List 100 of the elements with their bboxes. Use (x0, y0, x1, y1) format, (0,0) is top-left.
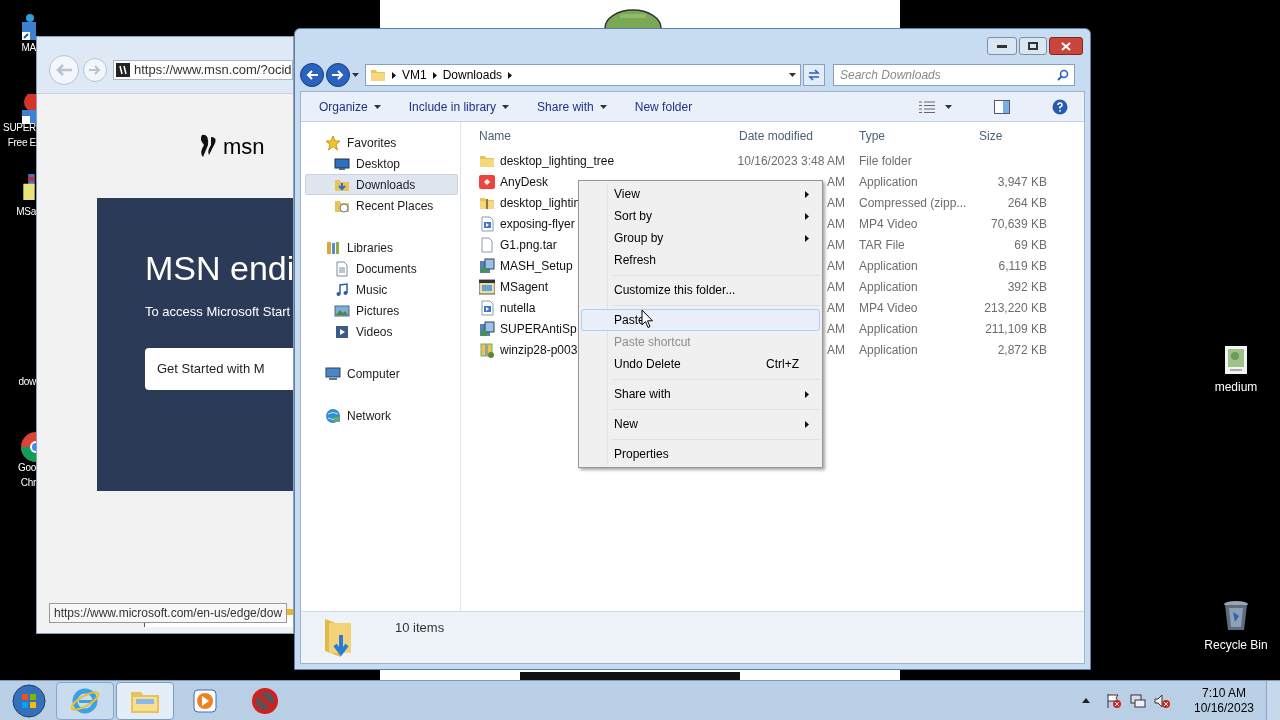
close-button[interactable] (1049, 37, 1083, 55)
file-name[interactable]: desktop_lighting_tree (500, 151, 615, 170)
banner-heading: MSN endi (145, 248, 293, 289)
breadcrumb-item[interactable]: Downloads (442, 66, 503, 84)
search-icon (1057, 69, 1069, 81)
video-file-icon (479, 299, 495, 316)
navigation-group[interactable]: Libraries (305, 237, 460, 258)
view-options-button[interactable] (919, 100, 952, 113)
volume-muted-icon (1154, 692, 1170, 709)
submenu-arrow-icon (805, 212, 809, 220)
desktop-icon-label: Chr (20, 476, 36, 490)
breadcrumb-item[interactable]: VM1 (402, 66, 427, 84)
size-cell-text: 211,109 KB (985, 320, 1047, 338)
desktop-icon (334, 155, 350, 172)
menu-item[interactable]: View (581, 183, 820, 205)
file-name[interactable]: winzip28-p003 (500, 340, 578, 359)
videos-icon (334, 323, 350, 340)
type-cell-text: MP4 Video (859, 299, 919, 317)
preview-pane-button[interactable] (994, 99, 1010, 114)
details-view-icon (919, 100, 935, 113)
navigation-group[interactable]: Computer (305, 363, 460, 384)
column-header[interactable]: Date modified (739, 127, 859, 145)
navigation-group[interactable]: Favorites (305, 132, 460, 153)
get-started-button[interactable]: Get Started with M (145, 347, 293, 390)
type-cell-text: File folder (859, 152, 913, 170)
column-header[interactable]: Size (979, 127, 1049, 145)
file-name[interactable]: SUPERAntiSp (500, 319, 577, 338)
search-field[interactable]: Search Downloads (833, 64, 1075, 86)
toolbar-button[interactable]: Share with (537, 97, 607, 116)
installer-icon (479, 257, 495, 274)
help-button[interactable] (1052, 98, 1068, 115)
back-arrow-icon (306, 70, 318, 80)
file-name[interactable]: nutella (500, 298, 536, 317)
refresh-button[interactable] (803, 64, 825, 86)
menu-item[interactable]: Group by (581, 227, 820, 249)
recycle-bin-icon (1223, 600, 1249, 632)
menu-item[interactable]: Customize this folder... (581, 279, 820, 301)
forward-button[interactable] (326, 63, 350, 87)
type-cell-text: Application (859, 257, 919, 275)
video-file-icon (479, 215, 495, 232)
menu-item[interactable]: New (581, 413, 820, 435)
menu-item[interactable]: Share with (581, 383, 820, 405)
type-cell-text: Compressed (zipp... (859, 194, 968, 212)
column-header[interactable]: Name (479, 127, 739, 145)
navigation-item[interactable]: Music (305, 279, 458, 300)
column-header[interactable]: Type (859, 127, 979, 145)
breadcrumb-arrow-icon (432, 71, 437, 79)
date-cell-text: AM (827, 320, 845, 338)
pictures-icon (334, 302, 350, 319)
minimize-button[interactable] (987, 37, 1017, 55)
date-cell-text: AM (827, 173, 845, 191)
navigation-item[interactable]: Videos (305, 321, 458, 342)
menu-item[interactable]: Refresh (581, 249, 820, 271)
navigation-group[interactable]: Network (305, 405, 460, 426)
image-thumbnail-icon (1225, 346, 1247, 374)
toolbar-button[interactable]: New folder (634, 97, 693, 116)
submenu-arrow-icon (805, 190, 809, 198)
navigation-item[interactable]: Recent Places (305, 195, 458, 216)
menu-item[interactable]: Undo Delete Ctrl+Z (581, 353, 820, 375)
address-bar[interactable]: VM1 Downloads (365, 64, 801, 86)
submenu-arrow-icon (805, 420, 809, 428)
size-cell-text: 6,119 KB (998, 257, 1047, 275)
date-cell-text: 10/16/2023 3:48 AM (737, 152, 845, 170)
navigation-item[interactable]: Pictures (305, 300, 458, 321)
site-icon (116, 63, 130, 77)
file-name[interactable]: desktop_lightin (500, 193, 581, 212)
desktop-icon-label: Free E (7, 136, 36, 150)
show-hidden-icons-icon (1082, 698, 1090, 703)
file-name[interactable]: AnyDesk (500, 172, 549, 191)
folder-icon (370, 67, 386, 83)
size-cell-text: 213,220 KB (984, 299, 1047, 317)
desktop-icon-label: MA (21, 41, 36, 55)
menu-item[interactable]: Properties (581, 443, 820, 465)
navigation-item[interactable]: Documents (305, 258, 458, 279)
breadcrumb-arrow-icon (508, 71, 513, 79)
minimize-icon (997, 44, 1007, 48)
app-window-icon (479, 278, 495, 295)
size-cell-text: 2,872 KB (997, 341, 1047, 359)
flag-alert-icon (1106, 692, 1122, 709)
desktop-icon-label: MSa (16, 205, 36, 219)
maximize-button[interactable] (1019, 37, 1047, 55)
menu-item[interactable]: Sort by (581, 205, 820, 227)
breadcrumb-arrow-icon (392, 71, 396, 79)
file-name[interactable]: MSagent (500, 277, 549, 296)
address-bar[interactable]: https://www.msn.com/?ocid (113, 60, 293, 80)
file-name[interactable]: G1.png.tar (500, 235, 557, 254)
file-name[interactable]: MASH_Setup (500, 256, 573, 275)
navigation-item[interactable]: Downloads (305, 174, 458, 195)
toolbar-button[interactable]: Organize (319, 97, 381, 116)
type-cell-text: Application (859, 173, 919, 191)
dropdown-caret-icon (789, 73, 796, 77)
toolbar-button[interactable]: Include in library (408, 97, 510, 116)
date-cell-text: AM (827, 257, 845, 275)
back-button[interactable] (300, 63, 324, 87)
file-name[interactable]: exposing-flyer (500, 214, 575, 233)
forward-arrow-icon (332, 70, 344, 80)
type-cell-text: Application (859, 320, 919, 338)
navigation-item[interactable]: Desktop (305, 153, 458, 174)
clock[interactable]: 7:10 AM 10/16/2023 (1184, 685, 1264, 716)
prohibited-icon (251, 686, 279, 715)
